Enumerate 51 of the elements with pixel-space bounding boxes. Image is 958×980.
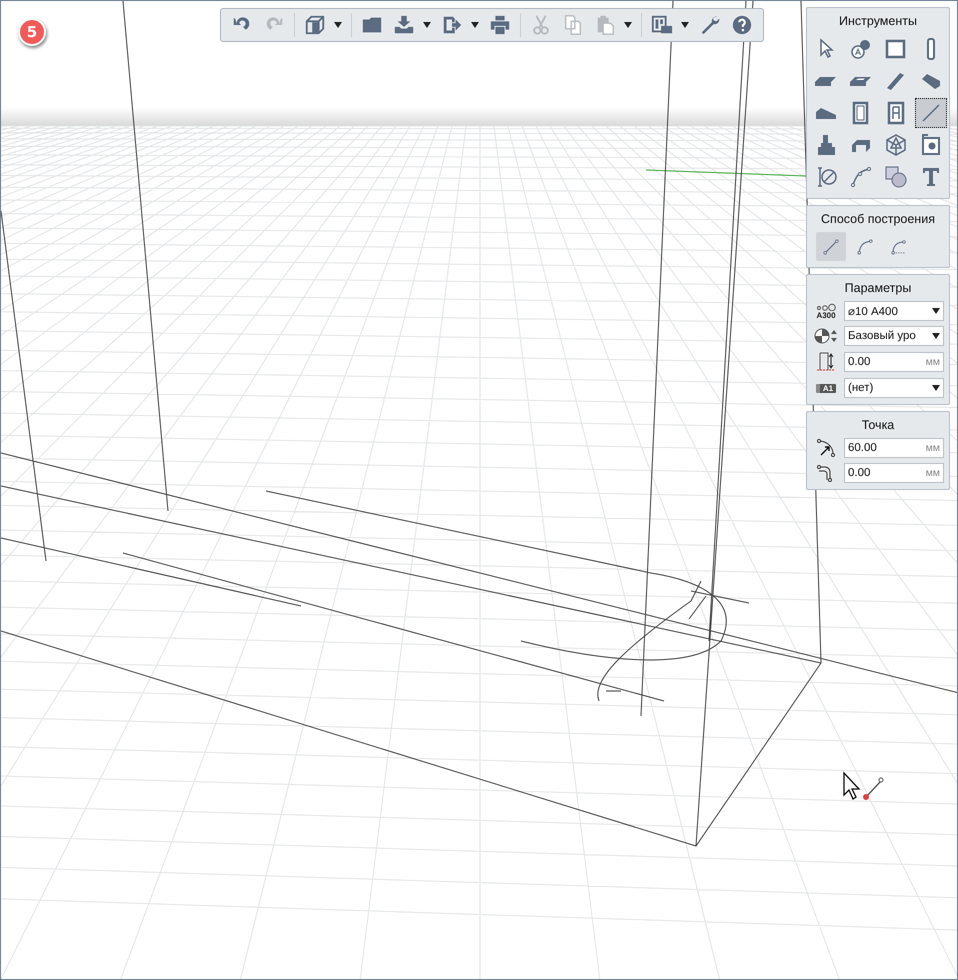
unit-label: мм: [926, 356, 940, 368]
circle-letter-icon: [848, 37, 872, 61]
curve-icon: [848, 165, 872, 189]
printer-icon: [489, 14, 511, 36]
caret-icon: [932, 308, 940, 314]
download-tray-icon: [393, 14, 415, 36]
circles-icon: [814, 302, 838, 310]
panel-title: Параметры: [844, 281, 912, 295]
layout-grid-icon: [651, 14, 673, 36]
export-icon: [441, 14, 463, 36]
tool-button[interactable]: [914, 98, 946, 128]
copy-icon: [562, 14, 584, 36]
panel-title: Инструменты: [838, 14, 918, 28]
caret-icon: [681, 22, 689, 28]
dropdown[interactable]: ⌀10 А400: [844, 301, 944, 321]
help-icon: [731, 14, 753, 36]
slab-icon: [815, 76, 836, 86]
unit-label: мм: [926, 442, 940, 454]
number-field[interactable]: 0.00 мм: [844, 463, 944, 483]
value-input[interactable]: 0.00: [848, 356, 926, 368]
unit-label: мм: [926, 467, 940, 479]
cube-icon: [304, 14, 326, 36]
caret-icon: [932, 385, 940, 391]
radius-arrow-icon: [816, 438, 836, 458]
beam-icon: [887, 72, 904, 90]
panel-icon: [884, 37, 908, 61]
wrench-icon: [699, 14, 721, 36]
dropdown[interactable]: (нет): [844, 378, 944, 398]
number-field[interactable]: 60.00 мм: [844, 438, 944, 458]
panel-title: Способ построения: [820, 212, 936, 226]
ramp-icon: [816, 108, 836, 118]
rebar-class-label: A300: [816, 310, 836, 320]
caret-icon: [334, 22, 342, 28]
level-marker-icon: [814, 327, 838, 345]
straight-segment-icon: [821, 236, 841, 256]
caret-icon: [624, 22, 632, 28]
column-icon: [926, 38, 934, 60]
caret-icon: [932, 333, 940, 339]
arc-segment-icon: [855, 236, 875, 256]
opening-slab-icon: [850, 76, 871, 86]
method-button[interactable]: [816, 232, 846, 261]
panel-title: Точка: [860, 418, 896, 432]
polyhedron-icon: [884, 133, 908, 157]
value-input[interactable]: 0.00: [848, 467, 926, 479]
number-field[interactable]: 0.00 мм: [844, 352, 944, 372]
caret-icon: [423, 22, 431, 28]
dropdown[interactable]: Базовый уро: [844, 326, 944, 346]
tag-label-icon: A1: [816, 384, 836, 392]
caret-icon: [471, 22, 479, 28]
value-input[interactable]: 60.00: [848, 442, 926, 454]
offset-height-icon: [816, 351, 836, 373]
